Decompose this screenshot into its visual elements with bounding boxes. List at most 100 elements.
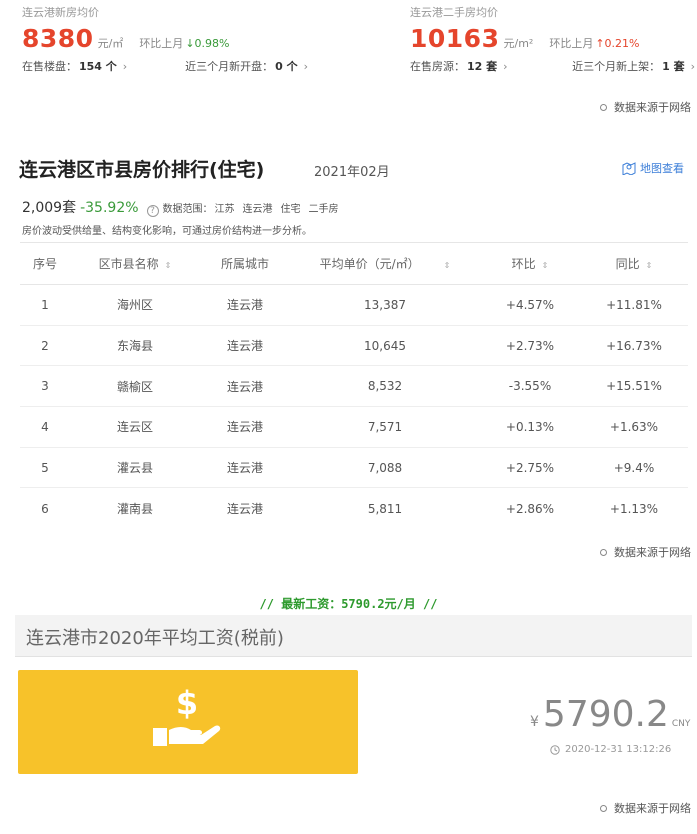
row-price: 8,532 [290, 365, 480, 408]
col-yoy[interactable]: 同比 ⇕ [580, 242, 688, 285]
salary-amount: 5790.2 [542, 694, 669, 735]
new-list-label: 近三个月新上架： [572, 60, 661, 73]
row-mom: +2.86% [505, 501, 555, 516]
row-index: 5 [20, 447, 70, 489]
ranking-note: 房价波动受供给量、结构变化影响，可通过房价结构进一步分析。 [22, 226, 312, 237]
chevron-right-icon: › [122, 60, 128, 73]
row-price: 7,571 [290, 406, 480, 448]
col-mom[interactable]: 环比 ⇕ [480, 242, 580, 285]
col-index: 序号 [20, 242, 70, 285]
new-house-ratio-label: 环比上月 [139, 37, 184, 50]
new-house-on-sale-link[interactable]: 在售楼盘： 154 个 › [22, 59, 127, 75]
second-hand-new-list-link[interactable]: 近三个月新上架： 1 套 › [572, 59, 695, 75]
data-source-text: 数据来源于网络 [614, 101, 691, 114]
on-sale-label: 在售楼盘： [22, 60, 77, 73]
svg-text:$: $ [176, 684, 198, 722]
row-district: 东海县 [70, 325, 200, 367]
table-row[interactable]: 4 连云区 连云港 7,571 +0.13% +1.63% [20, 406, 688, 448]
new-open-value: 0 个 [275, 60, 298, 73]
row-yoy: +15.51% [580, 365, 688, 408]
second-hand-unit: 元/m² [503, 37, 534, 50]
second-hand-ratio: ↑0.21% [595, 37, 640, 50]
currency-unit: CNY [671, 719, 691, 729]
row-index: 4 [20, 406, 70, 448]
row-mom: -3.55% [480, 365, 580, 408]
scope-label: 数据范围： [162, 204, 213, 215]
question-icon[interactable]: ? [146, 205, 159, 217]
on-sale-value: 154 个 [79, 60, 117, 73]
source-dot-icon [600, 103, 607, 111]
row-index: 6 [41, 501, 49, 516]
ranking-summary: 2,009套 -35.92% ? 数据范围： 江苏 连云港 住宅 二手房 [22, 197, 339, 217]
salary-value: ¥ 5790.2 CNY [530, 694, 690, 735]
table-row[interactable]: 1 海州区 连云港 13,387 +4.57% +11.81% [20, 284, 688, 326]
row-district: 灌南县 [116, 502, 153, 517]
second-hand-title: 连云港二手房均价 [410, 6, 498, 19]
chevron-right-icon: › [503, 60, 508, 73]
sort-icon[interactable]: ⇕ [165, 261, 172, 270]
ranking-date: 2021年02月 [314, 165, 390, 180]
row-district: 海州区 [70, 284, 200, 326]
row-yoy: +16.73% [580, 325, 688, 367]
scope-item: 连云港 [242, 204, 273, 215]
table-row[interactable]: 3 赣榆区 连云港 8,532 -3.55% +15.51% [20, 365, 688, 408]
new-house-price: 8380 [22, 24, 94, 53]
col-city: 所属城市 [200, 242, 290, 285]
row-district: 赣榆区 [70, 365, 200, 408]
source-dot-icon [600, 804, 607, 812]
new-house-ratio: ↓0.98% [185, 37, 230, 50]
data-source-text: 数据来源于网络 [614, 546, 691, 559]
row-city: 连云港 [200, 325, 290, 367]
row-city: 连云港 [200, 284, 290, 326]
sort-icon[interactable]: ⇕ [444, 261, 451, 270]
row-index: 1 [20, 284, 70, 326]
currency-symbol: ¥ [530, 714, 539, 730]
map-view-link[interactable]: 地图查看 [622, 160, 684, 176]
scope-item: 江苏 [214, 204, 235, 215]
salary-card: $ [18, 670, 358, 774]
ranking-title: 连云港区市县房价排行(住宅) [19, 159, 265, 181]
scope-item: 住宅 [280, 204, 301, 215]
data-source-note: 数据来源于网络 [600, 800, 691, 816]
salary-headline: // 最新工资：5790.2元/月 // [259, 597, 438, 611]
map-pin-icon [622, 162, 636, 175]
data-source-text: 数据来源于网络 [614, 802, 691, 815]
new-list-value: 1 套 [662, 60, 685, 73]
data-source-note: 数据来源于网络 [600, 544, 691, 560]
row-city: 连云港 [226, 502, 263, 517]
new-house-unit: 元/㎡ [97, 37, 124, 50]
row-price: 13,387 [290, 284, 480, 326]
row-mom: +4.57% [480, 284, 580, 326]
on-sale-label: 在售房源： [410, 60, 465, 73]
table-row[interactable]: 6 灌南县 连云港 5,811 +2.86% +1.13% [20, 488, 688, 529]
salary-timestamp: 2020-12-31 13:12:26 [550, 744, 671, 755]
salary-header: 连云港市2020年平均工资(税前) [15, 615, 692, 657]
col-district-name[interactable]: 区市县名称 ⇕ [70, 242, 200, 285]
sort-icon[interactable]: ⇕ [646, 261, 653, 270]
row-district: 灌云县 [70, 447, 200, 489]
row-price: 5,811 [367, 501, 403, 516]
row-mom: +2.73% [480, 325, 580, 367]
listing-change: -35.92% [80, 200, 139, 216]
second-hand-stats: 连云港二手房均价 10163 元/m² 环比上月 ↑0.21% 在售房源： 12 … [410, 6, 695, 75]
chevron-right-icon: › [303, 60, 308, 73]
table-row[interactable]: 2 东海县 连云港 10,645 +2.73% +16.73% [20, 325, 688, 367]
scope-item: 二手房 [308, 204, 339, 215]
map-view-label: 地图查看 [640, 162, 684, 175]
new-house-stats: 连云港新房均价 8380 元/㎡ 环比上月 ↓0.98% 在售楼盘： 154 个 ›… [22, 6, 322, 75]
second-hand-on-sale-link[interactable]: 在售房源： 12 套 › [410, 59, 508, 75]
data-source-note: 数据来源于网络 [600, 99, 691, 115]
row-city: 连云港 [200, 447, 290, 489]
col-avg-price[interactable]: 平均单价（元/㎡） ⇕ [290, 242, 480, 285]
row-city: 连云港 [200, 406, 290, 448]
sort-icon[interactable]: ⇕ [542, 261, 549, 270]
clock-icon [550, 744, 560, 755]
new-house-new-open-link[interactable]: 近三个月新开盘： 0 个 › [185, 59, 308, 75]
table-header-row: 序号 区市县名称 ⇕ 所属城市 平均单价（元/㎡） ⇕ 环比 ⇕ 同比 ⇕ [20, 242, 688, 285]
second-hand-ratio-label: 环比上月 [549, 37, 594, 50]
row-yoy: +9.4% [580, 447, 688, 489]
table-row[interactable]: 5 灌云县 连云港 7,088 +2.75% +9.4% [20, 447, 688, 489]
listing-count: 2,009套 [22, 200, 77, 216]
on-sale-value: 12 套 [467, 60, 498, 73]
row-yoy: +11.81% [580, 284, 688, 326]
